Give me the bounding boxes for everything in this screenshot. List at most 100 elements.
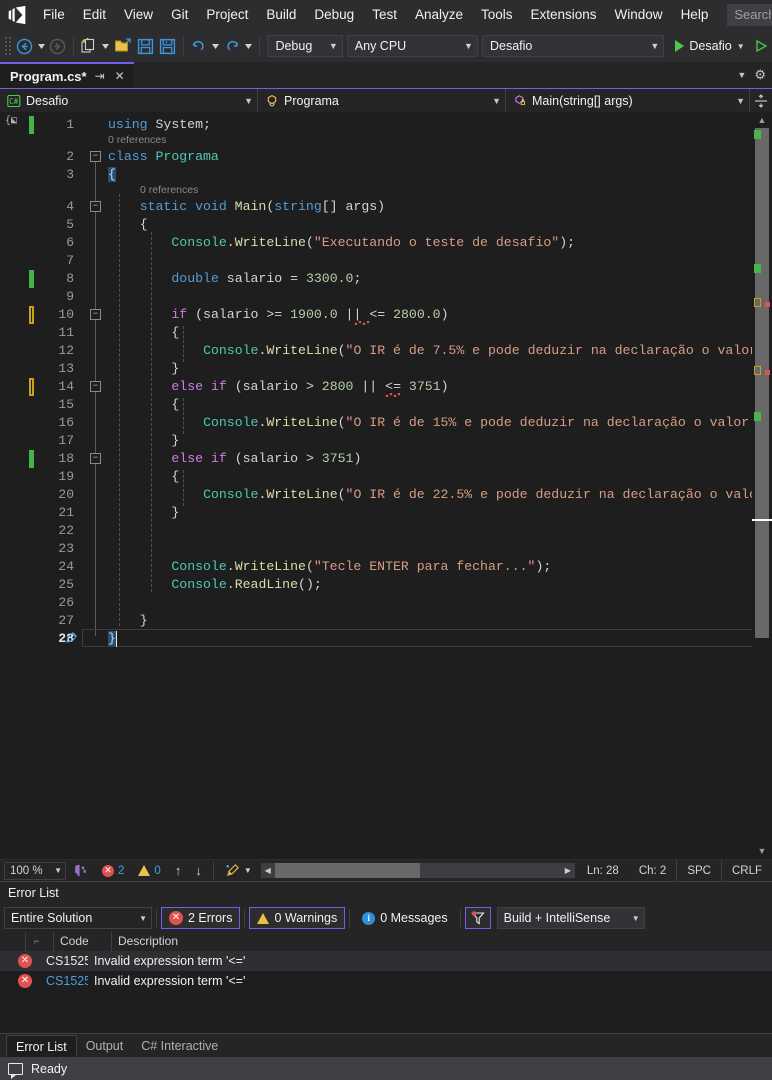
startup-project-combo[interactable]: Desafio ▼ [481, 35, 665, 57]
nav-member-combo[interactable]: Main(string[] args) ▼ [506, 88, 750, 113]
error-filter-button[interactable] [464, 907, 491, 929]
code-line[interactable]: else if (salario > 3751) [108, 450, 361, 468]
quick-actions-icon[interactable] [66, 631, 78, 646]
chevron-down-icon[interactable]: ▼ [737, 70, 746, 80]
code-line[interactable]: { [108, 216, 148, 234]
search-input[interactable]: Search (Ctrl+Q) [727, 4, 772, 26]
menu-item-help[interactable]: Help [672, 0, 718, 30]
pin-icon[interactable]: ⇥ [93, 69, 107, 83]
tab-error-list[interactable]: Error List [6, 1034, 77, 1057]
code-line[interactable]: } [108, 360, 179, 378]
horizontal-scrollbar[interactable]: ◀ ▶ [260, 863, 575, 878]
errors-filter-toggle[interactable]: ✕ 2 Errors [161, 907, 241, 929]
new-item-icon[interactable] [78, 34, 100, 58]
code-line[interactable]: { [108, 166, 116, 184]
scroll-right-arrow[interactable]: ▶ [561, 866, 575, 875]
vertical-scroll-thumb[interactable] [755, 128, 769, 638]
indentation-status[interactable]: SPC [676, 859, 721, 882]
code-line[interactable]: Console.ReadLine(); [108, 576, 321, 594]
code-line[interactable]: Console.WriteLine("Executando o teste de… [108, 234, 575, 252]
code-line[interactable]: Console.WriteLine("Tecle ENTER para fech… [108, 558, 551, 576]
platform-combo[interactable]: Any CPU ▼ [346, 35, 478, 57]
code-cleanup-button[interactable]: ▼ [218, 860, 259, 882]
warnings-filter-toggle[interactable]: 0 Warnings [249, 907, 346, 929]
vertical-scrollbar[interactable]: ▲ ▼ [752, 112, 772, 859]
fold-toggle[interactable]: − [90, 309, 101, 320]
code-line[interactable]: class Programa [108, 148, 219, 166]
tab-csharp-interactive[interactable]: C# Interactive [132, 1035, 227, 1057]
menu-item-analyze[interactable]: Analyze [406, 0, 472, 30]
build-filter-combo[interactable]: Build + IntelliSense ▼ [496, 907, 645, 929]
warning-count-status[interactable]: 0 [131, 860, 167, 882]
code-line[interactable]: } [108, 612, 148, 630]
menu-item-extensions[interactable]: Extensions [522, 0, 606, 30]
navigate-back-dropdown[interactable] [36, 34, 47, 58]
error-list-grid[interactable]: ⌐ Code Description ✕ CS1525 Invalid expres… [0, 932, 772, 1033]
horizontal-scroll-thumb[interactable] [274, 863, 420, 878]
code-editor[interactable]: {⬕ 1 2 3 4 5 6 7 8 9 10 11 12 13 14 15 16 17 18 19 20 21 22 23… [0, 112, 772, 859]
menu-item-window[interactable]: Window [606, 0, 672, 30]
code-line[interactable]: } [108, 504, 179, 522]
redo-icon[interactable] [221, 34, 243, 58]
code-line[interactable]: if (salario >= 1900.0 || <= 2800.0) [108, 306, 448, 324]
nav-type-combo[interactable]: Programa ▼ [258, 88, 506, 113]
code-line[interactable]: { [108, 468, 179, 486]
code-text-area[interactable]: − − − − − using System; 0 references class Prog… [82, 112, 752, 859]
navigate-forward-icon[interactable] [47, 34, 69, 58]
intellicode-icon[interactable] [66, 860, 95, 882]
toolbar-grip[interactable] [4, 36, 14, 56]
code-line[interactable]: } [108, 432, 179, 450]
table-row[interactable]: ✕ CS1525 Invalid expression term '<=' [0, 951, 772, 971]
code-line[interactable]: { [108, 396, 179, 414]
code-line[interactable]: static void Main(string[] args) [108, 198, 385, 216]
split-editor-icon[interactable] [750, 93, 772, 108]
menu-item-test[interactable]: Test [363, 0, 406, 30]
scope-combo[interactable]: Entire Solution ▼ [4, 907, 152, 929]
horizontal-scroll-track[interactable] [274, 863, 561, 878]
column-header-sort[interactable]: ⌐ [26, 932, 54, 951]
scroll-left-arrow[interactable]: ◀ [261, 866, 275, 875]
menu-item-debug[interactable]: Debug [305, 0, 363, 30]
menu-item-project[interactable]: Project [197, 0, 257, 30]
menu-item-edit[interactable]: Edit [74, 0, 115, 30]
column-header-code[interactable]: Code [54, 932, 112, 951]
close-icon[interactable]: ✕ [113, 69, 127, 83]
save-all-icon[interactable] [156, 34, 178, 58]
start-without-debugging-button[interactable] [750, 34, 772, 58]
start-debugging-button[interactable]: Desafio ▼ [670, 34, 749, 58]
fold-toggle[interactable]: − [90, 201, 101, 212]
tab-program-cs[interactable]: Program.cs* ⇥ ✕ [0, 62, 134, 88]
menu-item-git[interactable]: Git [162, 0, 197, 30]
error-count-status[interactable]: ✕ 2 [95, 860, 131, 882]
error-code[interactable]: CS1525 [40, 951, 88, 971]
scroll-up-arrow[interactable]: ▲ [752, 112, 772, 128]
fold-toggle[interactable]: − [90, 381, 101, 392]
configuration-combo[interactable]: Debug ▼ [267, 35, 343, 57]
open-file-icon[interactable] [112, 34, 134, 58]
collapse-all-icon[interactable]: {⬕ [5, 115, 17, 127]
nav-project-combo[interactable]: C# Desafio ▼ [0, 88, 258, 113]
code-line[interactable]: { [108, 324, 179, 342]
table-row[interactable]: ✕ CS1525 Invalid expression term '<=' [0, 971, 772, 991]
code-line[interactable]: Console.WriteLine("O IR é de 7.5% e pode… [108, 342, 752, 360]
codelens-references[interactable]: 0 references [140, 183, 198, 197]
fold-toggle[interactable]: − [90, 453, 101, 464]
breakpoint-margin[interactable]: {⬕ [0, 112, 24, 859]
tab-output[interactable]: Output [77, 1035, 133, 1057]
code-line[interactable]: using System; [108, 116, 211, 134]
scroll-down-arrow[interactable]: ▼ [752, 843, 772, 859]
navigate-back-icon[interactable] [13, 34, 35, 58]
menu-item-file[interactable]: File [34, 0, 74, 30]
codelens-references[interactable]: 0 references [108, 133, 166, 147]
column-header-blank[interactable] [0, 932, 26, 951]
line-ending-status[interactable]: CRLF [720, 859, 772, 882]
fold-toggle[interactable]: − [90, 151, 101, 162]
undo-icon[interactable] [188, 34, 210, 58]
error-code[interactable]: CS1525 [40, 971, 88, 991]
next-issue-button[interactable]: ↓ [188, 860, 209, 882]
menu-item-view[interactable]: View [115, 0, 162, 30]
code-line[interactable]: Console.WriteLine("O IR é de 15% e pode … [108, 414, 752, 432]
gear-icon[interactable]: ⚙ [754, 67, 766, 83]
undo-dropdown[interactable] [210, 34, 221, 58]
code-line[interactable]: Console.WriteLine("O IR é de 22.5% e pod… [108, 486, 752, 504]
